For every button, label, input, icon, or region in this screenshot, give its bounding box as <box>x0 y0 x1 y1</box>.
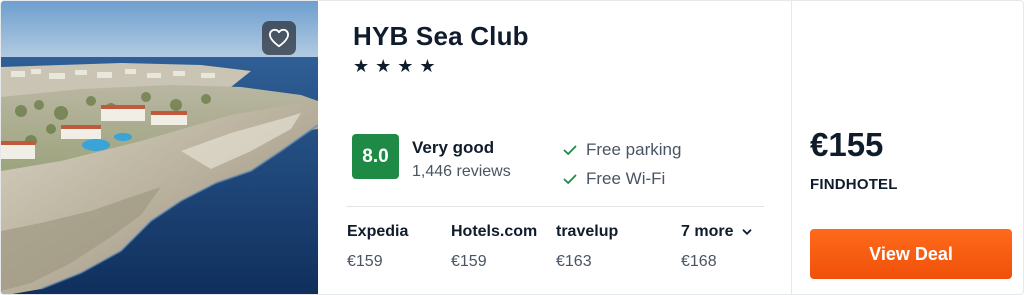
more-providers[interactable]: 7 more €168 <box>681 223 753 271</box>
rating-score-badge: 8.0 <box>352 134 399 179</box>
more-providers-price: €168 <box>681 253 717 270</box>
provider-name: travelup <box>556 223 619 240</box>
heart-outline-icon <box>268 28 289 48</box>
view-deal-button[interactable]: View Deal <box>810 229 1012 279</box>
hotel-photo[interactable] <box>1 1 318 294</box>
provider-name: Expedia <box>347 223 409 240</box>
amenity-free-wifi: Free Wi-Fi <box>562 169 665 189</box>
provider-price: €159 <box>347 253 383 270</box>
check-icon <box>563 145 577 155</box>
star-icon: ★ <box>419 56 436 76</box>
provider-hotels-com[interactable]: Hotels.com €159 <box>451 223 537 271</box>
amenity-label: Free Wi-Fi <box>586 169 666 188</box>
amenity-label: Free parking <box>586 140 682 159</box>
review-count[interactable]: 1,446 reviews <box>412 163 511 181</box>
hotel-name[interactable]: HYB Sea Club <box>353 21 529 52</box>
best-deal: €155 FINDHOTEL View Deal <box>792 1 1023 294</box>
provider-price: €163 <box>556 253 592 270</box>
star-icon: ★ <box>375 56 392 76</box>
more-providers-label: 7 more <box>681 223 734 240</box>
provider-name: Hotels.com <box>451 223 538 240</box>
divider <box>346 206 764 207</box>
hotel-info: HYB Sea Club ★ ★ ★ ★ 8.0 Very good 1,446 re… <box>318 1 792 294</box>
favorite-button[interactable] <box>262 21 296 55</box>
star-icon: ★ <box>397 56 414 76</box>
amenity-free-parking: Free parking <box>562 140 681 160</box>
provider-travelup[interactable]: travelup €163 <box>556 223 618 271</box>
deal-provider: FINDHOTEL <box>810 176 898 193</box>
provider-price: €159 <box>451 253 487 270</box>
check-icon <box>563 174 577 184</box>
provider-expedia[interactable]: Expedia €159 <box>347 223 408 271</box>
hotel-result-card[interactable]: HYB Sea Club ★ ★ ★ ★ 8.0 Very good 1,446 re… <box>0 0 1024 295</box>
chevron-down-icon <box>743 229 752 235</box>
star-rating: ★ ★ ★ ★ <box>353 56 436 76</box>
rating-label: Very good <box>412 138 495 157</box>
star-icon: ★ <box>353 56 370 76</box>
more-providers-toggle[interactable]: 7 more <box>681 223 753 241</box>
deal-price: €155 <box>810 126 884 163</box>
